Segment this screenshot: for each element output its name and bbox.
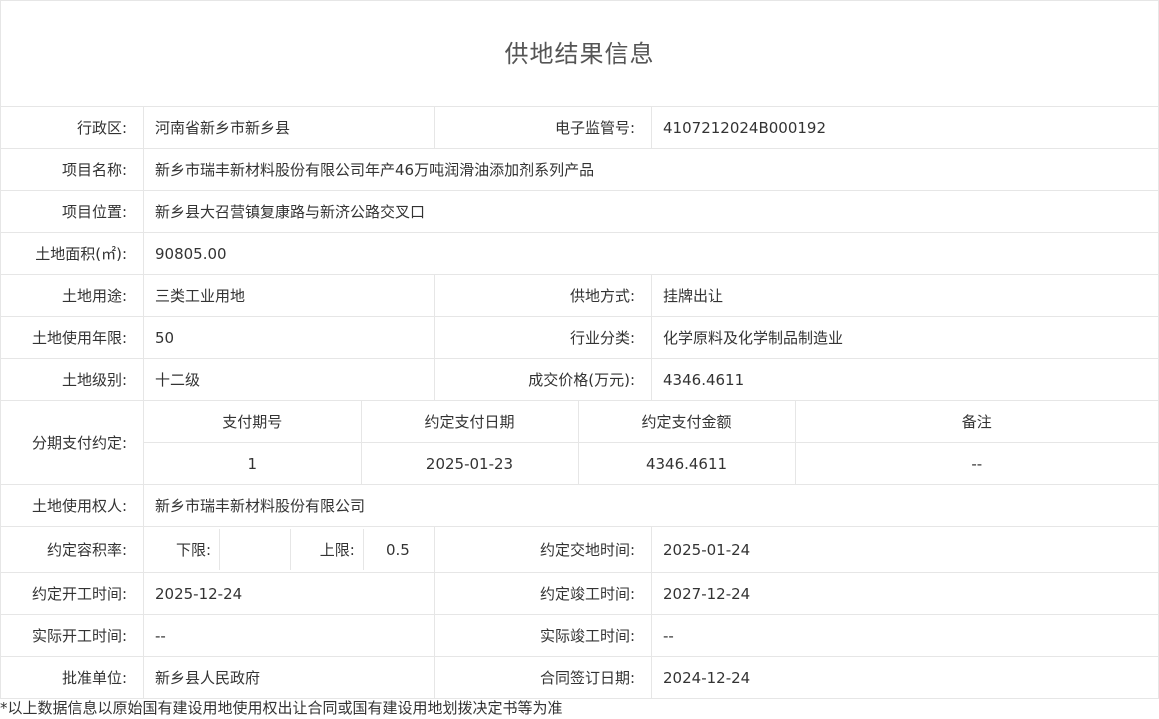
far-upper-label: 上限:: [289, 529, 361, 570]
project-name-value: 新乡市瑞丰新材料股份有限公司年产46万吨润滑油添加剂系列产品: [142, 148, 1159, 191]
row-land-use: 土地用途: 三类工业用地 供地方式: 挂牌出让: [0, 274, 1159, 317]
installments-header-date: 约定支付日期: [360, 401, 578, 443]
installments-header-row: 支付期号 约定支付日期 约定支付金额 备注: [145, 401, 1158, 443]
land-grade-value: 十二级: [142, 358, 436, 401]
industry-value: 化学原料及化学制品制造业: [651, 316, 1159, 359]
deal-price-value: 4346.4611: [651, 358, 1159, 401]
actual-start-label: 实际开工时间:: [0, 614, 144, 657]
installment-period: 1: [144, 442, 361, 484]
project-location-label: 项目位置:: [0, 190, 144, 233]
admin-region-value: 河南省新乡市新乡县: [142, 106, 436, 149]
installments-header-period: 支付期号: [222, 413, 283, 431]
far-cell: 下限: 上限: 0.5: [142, 526, 436, 573]
far-upper-value: 0.5: [362, 529, 432, 570]
row-land-user: 土地使用权人: 新乡市瑞丰新材料股份有限公司: [0, 484, 1159, 527]
row-land-use-term: 土地使用年限: 50 行业分类: 化学原料及化学制品制造业: [0, 316, 1159, 359]
approval-unit-value: 新乡县人民政府: [142, 656, 436, 699]
far-lower-label: 下限:: [176, 541, 212, 559]
table-row: 1 2025-01-23 4346.4611 --: [144, 442, 1158, 484]
completion-time-value: 2027-12-24: [651, 572, 1159, 615]
e-supervision-no-value: 4107212024B000192: [651, 106, 1159, 149]
actual-start-value: --: [142, 614, 436, 657]
installments-header-remark: 备注: [794, 401, 1158, 443]
far-table: 下限: 上限: 0.5: [145, 528, 434, 572]
supply-method-value: 挂牌出让: [651, 274, 1159, 317]
handover-time-value: 2025-01-24: [651, 526, 1159, 573]
installment-amount: 4346.4611: [577, 442, 795, 484]
row-actual-start: 实际开工时间: -- 实际竣工时间: --: [0, 614, 1159, 657]
land-use-value: 三类工业用地: [142, 274, 436, 317]
project-location-value: 新乡县大召营镇复康路与新济公路交叉口: [142, 190, 1159, 233]
far-lower-value: [219, 529, 288, 570]
industry-label: 行业分类:: [434, 316, 653, 359]
row-approval-unit: 批准单位: 新乡县人民政府 合同签订日期: 2024-12-24: [0, 656, 1159, 699]
admin-region-label: 行政区:: [0, 106, 144, 149]
contract-date-value: 2024-12-24: [651, 656, 1159, 699]
e-supervision-no-label: 电子监管号:: [434, 106, 653, 149]
start-time-label: 约定开工时间:: [0, 572, 144, 615]
installments-header-amount: 约定支付金额: [577, 401, 795, 443]
installments-cell: 支付期号 约定支付日期 约定支付金额 备注 1 2025-01-23 4346.…: [142, 400, 1159, 485]
deal-price-label: 成交价格(万元):: [434, 358, 653, 401]
land-use-term-value: 50: [142, 316, 436, 359]
land-area-value: 90805.00: [142, 232, 1159, 275]
land-area-label: 土地面积(㎡):: [0, 232, 144, 275]
row-land-area: 土地面积(㎡): 90805.00: [0, 232, 1159, 275]
page-title: 供地结果信息: [504, 40, 655, 68]
row-start-time: 约定开工时间: 2025-12-24 约定竣工时间: 2027-12-24: [0, 572, 1159, 615]
completion-time-label: 约定竣工时间:: [434, 572, 653, 615]
actual-completion-value: --: [651, 614, 1159, 657]
row-project-name: 项目名称: 新乡市瑞丰新材料股份有限公司年产46万吨润滑油添加剂系列产品: [0, 148, 1159, 191]
title-box: 供地结果信息: [0, 0, 1159, 106]
project-name-label: 项目名称:: [0, 148, 144, 191]
land-use-term-label: 土地使用年限:: [0, 316, 144, 359]
land-user-value: 新乡市瑞丰新材料股份有限公司: [142, 484, 1159, 527]
approval-unit-label: 批准单位:: [0, 656, 144, 699]
row-installments: 分期支付约定: 支付期号 约定支付日期 约定支付金额 备注 1 2025-01-…: [0, 400, 1159, 485]
footnote: *以上数据信息以原始国有建设用地使用权出让合同或国有建设用地划拨决定书等为准: [0, 699, 563, 717]
start-time-value: 2025-12-24: [142, 572, 436, 615]
installments-table: 支付期号 约定支付日期 约定支付金额 备注 1 2025-01-23 4346.…: [144, 401, 1158, 484]
installment-date: 2025-01-23: [360, 442, 578, 484]
installments-label: 分期支付约定:: [0, 400, 144, 485]
land-use-label: 土地用途:: [0, 274, 144, 317]
row-admin-region: 行政区: 河南省新乡市新乡县 电子监管号: 4107212024B000192: [0, 106, 1159, 149]
supply-method-label: 供地方式:: [434, 274, 653, 317]
land-user-label: 土地使用权人:: [0, 484, 144, 527]
row-project-location: 项目位置: 新乡县大召营镇复康路与新济公路交叉口: [0, 190, 1159, 233]
row-land-grade: 土地级别: 十二级 成交价格(万元): 4346.4611: [0, 358, 1159, 401]
far-label: 约定容积率:: [0, 526, 144, 573]
actual-completion-label: 实际竣工时间:: [434, 614, 653, 657]
handover-time-label: 约定交地时间:: [434, 526, 653, 573]
land-grade-label: 土地级别:: [0, 358, 144, 401]
installment-remark: --: [794, 442, 1158, 484]
row-far: 约定容积率: 下限: 上限: 0.5 约定交地时间: 2025-01-24: [0, 526, 1159, 573]
supply-result-table: 行政区: 河南省新乡市新乡县 电子监管号: 4107212024B000192 …: [0, 106, 1159, 699]
contract-date-label: 合同签订日期:: [434, 656, 653, 699]
